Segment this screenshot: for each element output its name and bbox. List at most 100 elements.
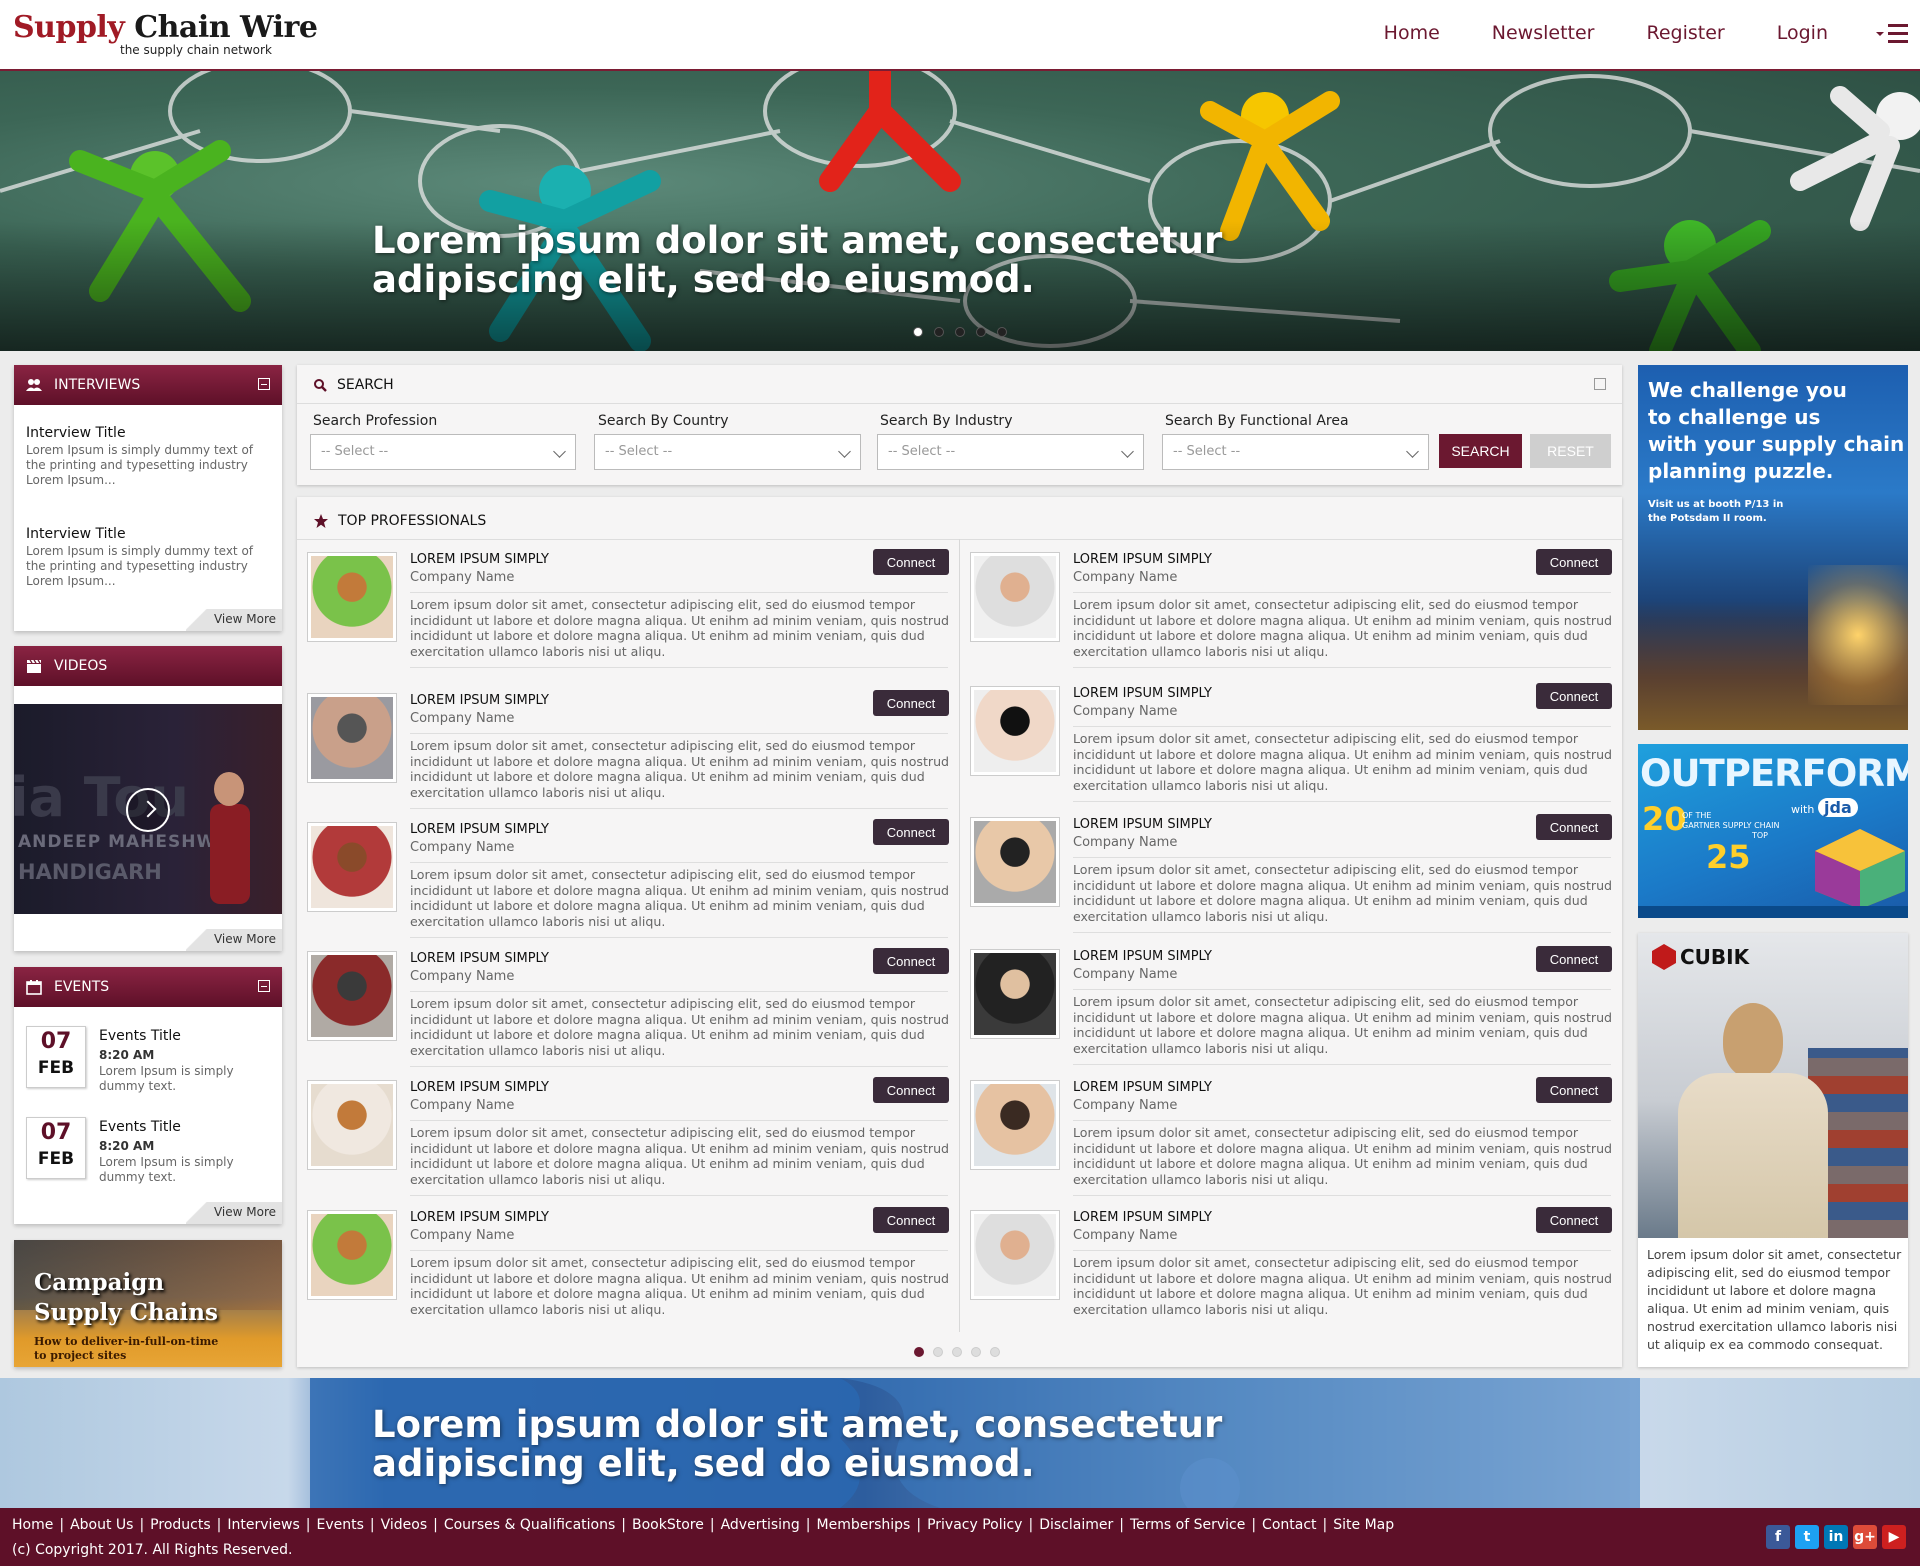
footer-link-advertising[interactable]: Advertising	[721, 1517, 800, 1533]
avatar[interactable]	[307, 1080, 397, 1170]
connect-button[interactable]: Connect	[873, 690, 949, 716]
google-plus-icon[interactable]: g+	[1853, 1525, 1877, 1549]
functional-area-select[interactable]: -- Select --	[1162, 434, 1429, 470]
minimize-icon[interactable]	[258, 378, 270, 390]
nav-home[interactable]: Home	[1384, 22, 1440, 44]
avatar[interactable]	[307, 693, 397, 783]
avatar[interactable]	[970, 1210, 1060, 1300]
professional-name[interactable]: LOREM IPSUM SIMPLY	[410, 1080, 549, 1095]
youtube-icon[interactable]: ▶	[1882, 1525, 1906, 1549]
slide-dot[interactable]	[913, 327, 923, 337]
footer-link-bookstore[interactable]: BookStore	[632, 1517, 704, 1533]
connect-button[interactable]: Connect	[1536, 549, 1612, 575]
cubik-ad[interactable]: CUBIK Lorem ipsum dolor sit amet, consec…	[1638, 933, 1908, 1367]
footer-links: Home | About Us | Products | Interviews | Events…	[12, 1517, 1395, 1533]
footer-link-disclaimer[interactable]: Disclaimer	[1039, 1517, 1113, 1533]
connect-button[interactable]: Connect	[1536, 1077, 1612, 1103]
connect-button[interactable]: Connect	[873, 1077, 949, 1103]
avatar[interactable]	[970, 817, 1060, 907]
chevron-down-icon	[1121, 445, 1134, 458]
avatar[interactable]	[970, 686, 1060, 776]
footer-link-home[interactable]: Home	[12, 1517, 53, 1533]
professional-name[interactable]: LOREM IPSUM SIMPLY	[410, 552, 549, 567]
main-nav: Home Newsletter Register Login	[1384, 22, 1828, 44]
nav-login[interactable]: Login	[1777, 22, 1828, 44]
view-more-link[interactable]: View More	[214, 1205, 276, 1219]
slide-dot[interactable]	[976, 327, 986, 337]
avatar[interactable]	[970, 552, 1060, 642]
event-item[interactable]: 07 FEB Events Title 8:20 AM Lorem Ipsum …	[26, 1026, 276, 1096]
footer-link-interviews[interactable]: Interviews	[227, 1517, 299, 1533]
banner-title: Lorem ipsum dolor sit amet, consectetur …	[372, 1403, 1223, 1485]
linkedin-icon[interactable]: in	[1824, 1525, 1848, 1549]
page-dot[interactable]	[990, 1347, 1000, 1357]
connect-button[interactable]: Connect	[1536, 683, 1612, 709]
expand-icon[interactable]	[1594, 378, 1606, 390]
profession-select[interactable]: -- Select --	[310, 434, 576, 470]
avatar[interactable]	[307, 822, 397, 912]
professional-name[interactable]: LOREM IPSUM SIMPLY	[410, 693, 549, 708]
connect-button[interactable]: Connect	[1536, 1207, 1612, 1233]
connect-button[interactable]: Connect	[873, 549, 949, 575]
connect-button[interactable]: Connect	[1536, 814, 1612, 840]
outperform-ad[interactable]: OUTPERFORM with jda 20 OF THE GARTNER SU…	[1638, 744, 1908, 918]
footer-link-events[interactable]: Events	[316, 1517, 363, 1533]
slide-dot[interactable]	[934, 327, 944, 337]
avatar[interactable]	[307, 951, 397, 1041]
professional-name[interactable]: LOREM IPSUM SIMPLY	[1073, 686, 1212, 701]
nav-register[interactable]: Register	[1647, 22, 1725, 44]
footer-link-site-map[interactable]: Site Map	[1333, 1517, 1394, 1533]
professional-name[interactable]: LOREM IPSUM SIMPLY	[1073, 1080, 1212, 1095]
professional-name[interactable]: LOREM IPSUM SIMPLY	[410, 1210, 549, 1225]
professional-name[interactable]: LOREM IPSUM SIMPLY	[1073, 1210, 1212, 1225]
footer-link-products[interactable]: Products	[150, 1517, 210, 1533]
page-dot[interactable]	[971, 1347, 981, 1357]
hamburger-menu-icon[interactable]	[1876, 24, 1908, 44]
avatar[interactable]	[970, 1080, 1060, 1170]
avatar[interactable]	[970, 949, 1060, 1039]
page-dot[interactable]	[952, 1347, 962, 1357]
nav-newsletter[interactable]: Newsletter	[1492, 22, 1595, 44]
slide-dot[interactable]	[955, 327, 965, 337]
list-item[interactable]: Interview Title Lorem Ipsum is simply du…	[26, 526, 271, 589]
view-more-link[interactable]: View More	[214, 612, 276, 626]
minimize-icon[interactable]	[258, 980, 270, 992]
jda-challenge-ad[interactable]: We challenge you to challenge us with yo…	[1638, 365, 1908, 730]
professional-name[interactable]: LOREM IPSUM SIMPLY	[410, 822, 549, 837]
page-dot[interactable]	[933, 1347, 943, 1357]
footer-link-about-us[interactable]: About Us	[70, 1517, 133, 1533]
professional-name[interactable]: LOREM IPSUM SIMPLY	[1073, 949, 1212, 964]
avatar[interactable]	[307, 552, 397, 642]
list-item[interactable]: Interview Title Lorem Ipsum is simply du…	[26, 425, 271, 488]
connect-button[interactable]: Connect	[873, 1207, 949, 1233]
play-icon[interactable]	[126, 788, 170, 832]
twitter-icon[interactable]: t	[1795, 1525, 1819, 1549]
professional-name[interactable]: LOREM IPSUM SIMPLY	[410, 951, 549, 966]
footer-link-terms-of-service[interactable]: Terms of Service	[1130, 1517, 1245, 1533]
avatar[interactable]	[307, 1210, 397, 1300]
professional-name[interactable]: LOREM IPSUM SIMPLY	[1073, 552, 1212, 567]
footer-link-videos[interactable]: Videos	[381, 1517, 428, 1533]
footer-link-courses-qualifications[interactable]: Courses & Qualifications	[444, 1517, 615, 1533]
search-button[interactable]: SEARCH	[1439, 434, 1522, 468]
video-thumbnail[interactable]: ia Tou ANDEEP MAHESHWAR HANDIGARH	[14, 704, 282, 914]
logo[interactable]: Supply Chain Wire the supply chain netwo…	[13, 12, 318, 58]
page-dot[interactable]	[914, 1347, 924, 1357]
slide-dot[interactable]	[997, 327, 1007, 337]
professional-name[interactable]: LOREM IPSUM SIMPLY	[1073, 817, 1212, 832]
footer-link-memberships[interactable]: Memberships	[817, 1517, 911, 1533]
footer-link-privacy-policy[interactable]: Privacy Policy	[927, 1517, 1022, 1533]
professional-description: Lorem ipsum dolor sit amet, consectetur …	[410, 996, 950, 1058]
connect-button[interactable]: Connect	[873, 819, 949, 845]
view-more-link[interactable]: View More	[214, 932, 276, 946]
connect-button[interactable]: Connect	[873, 948, 949, 974]
country-select[interactable]: -- Select --	[594, 434, 861, 470]
industry-select[interactable]: -- Select --	[877, 434, 1144, 470]
facebook-icon[interactable]: f	[1766, 1525, 1790, 1549]
event-item[interactable]: 07 FEB Events Title 8:20 AM Lorem Ipsum …	[26, 1117, 276, 1187]
footer-link-contact[interactable]: Contact	[1262, 1517, 1316, 1533]
campaign-ad[interactable]: Campaign Supply Chains How to deliver-in…	[14, 1240, 282, 1367]
connect-button[interactable]: Connect	[1536, 946, 1612, 972]
reset-button[interactable]: RESET	[1530, 434, 1611, 468]
professional-description: Lorem ipsum dolor sit amet, consectetur …	[1073, 597, 1613, 659]
